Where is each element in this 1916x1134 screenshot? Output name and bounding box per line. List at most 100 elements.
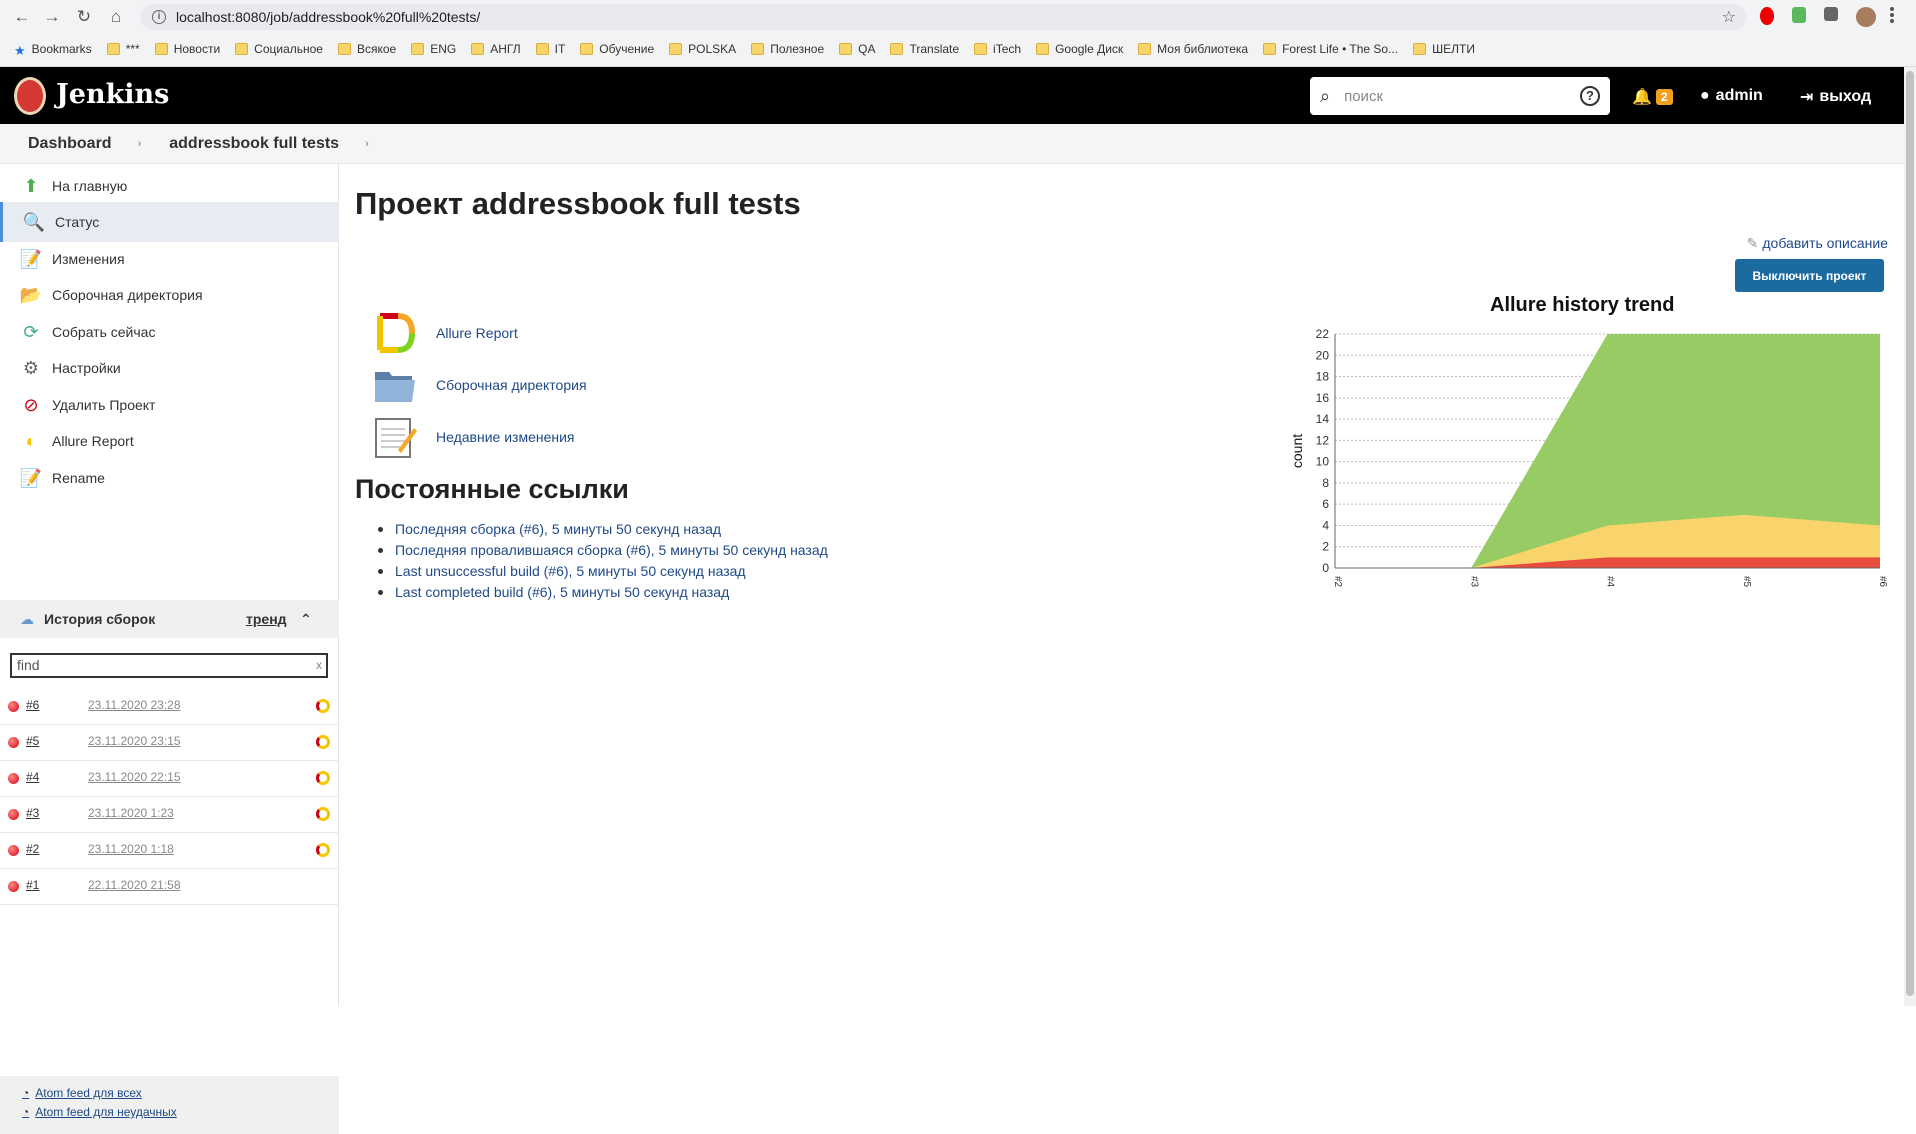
- reload-icon[interactable]: ↻: [70, 5, 98, 29]
- bookmark-label: ***: [125, 42, 140, 56]
- bookmark-item[interactable]: ★ Bookmarks: [14, 42, 92, 58]
- bookmark-item[interactable]: IT: [535, 42, 565, 56]
- disable-project-button[interactable]: Выключить проект: [1735, 259, 1884, 292]
- build-date-link[interactable]: 22.11.2020 21:58: [88, 878, 181, 892]
- jenkins-logo-icon[interactable]: [14, 77, 46, 115]
- browser-chrome: ← → ↻ ⌂ i localhost:8080/job/addressbook…: [0, 0, 1916, 67]
- sidebar-item[interactable]: 📝 Rename: [0, 458, 339, 498]
- bookmark-item[interactable]: ШЕЛТИ: [1413, 42, 1475, 56]
- build-date-link[interactable]: 23.11.2020 23:15: [88, 734, 181, 748]
- build-number-link[interactable]: #4: [26, 770, 39, 784]
- bookmark-item[interactable]: iTech: [974, 42, 1021, 56]
- build-date-link[interactable]: 23.11.2020 1:23: [88, 806, 174, 820]
- build-number-link[interactable]: #1: [26, 878, 39, 892]
- logout-link[interactable]: ⇥ выход: [1800, 87, 1871, 107]
- star-icon[interactable]: ☆: [1722, 7, 1736, 27]
- search-box[interactable]: ⌕ поиск ?: [1310, 77, 1610, 115]
- allure-report-link[interactable]: Allure Report: [372, 310, 518, 356]
- bookmark-item[interactable]: Обучение: [580, 42, 654, 56]
- sidebar-item[interactable]: ⚙ Настройки: [0, 348, 339, 388]
- opera-icon[interactable]: [1760, 7, 1774, 25]
- build-date-link[interactable]: 23.11.2020 23:28: [88, 698, 181, 712]
- scrollbar-thumb[interactable]: [1906, 71, 1914, 996]
- bookmark-item[interactable]: Социальное: [235, 42, 323, 56]
- build-date-link[interactable]: 23.11.2020 22:15: [88, 770, 181, 784]
- breadcrumb-dashboard[interactable]: Dashboard: [28, 135, 112, 153]
- allure-icon[interactable]: [316, 699, 330, 713]
- workspace-link[interactable]: Сборочная директория: [372, 362, 587, 408]
- notepad-icon: 📝: [19, 248, 43, 269]
- bookmark-item[interactable]: ENG: [411, 42, 456, 56]
- folder-icon: [890, 43, 904, 55]
- x-tick-label: #4: [1605, 576, 1616, 588]
- scrollbar[interactable]: [1904, 67, 1916, 1006]
- y-tick-label: 8: [1322, 476, 1329, 490]
- sidebar-item[interactable]: ◐ Allure Report: [0, 421, 339, 461]
- feed-failed-label: Atom feed для неудачных: [35, 1105, 177, 1119]
- permalink-item[interactable]: Last unsuccessful build (#6), 5 минуты 5…: [378, 563, 746, 579]
- chart-title: Allure history trend: [1490, 294, 1675, 316]
- allure-icon[interactable]: [316, 771, 330, 785]
- extensions-icon[interactable]: [1824, 7, 1838, 21]
- breadcrumb-project[interactable]: addressbook full tests: [169, 135, 339, 153]
- build-number-link[interactable]: #6: [26, 698, 39, 712]
- recent-changes-link[interactable]: Недавние изменения: [372, 414, 575, 460]
- sidebar-item[interactable]: 🔍 Статус: [0, 202, 339, 242]
- bookmark-item[interactable]: ***: [106, 42, 140, 56]
- notifications-button[interactable]: 🔔 2: [1632, 87, 1673, 107]
- chevron-up-icon[interactable]: ⌃: [300, 611, 312, 628]
- sidebar-item[interactable]: 📂 Сборочная директория: [0, 275, 339, 315]
- permalink-item[interactable]: Последняя сборка (#6), 5 минуты 50 секун…: [378, 521, 721, 537]
- search-input[interactable]: поиск: [1344, 88, 1383, 105]
- download-icon[interactable]: [1792, 7, 1806, 23]
- bookmark-item[interactable]: АНГЛ: [471, 42, 521, 56]
- notepad-icon: 📝: [19, 467, 43, 488]
- build-number-link[interactable]: #3: [26, 806, 39, 820]
- back-icon[interactable]: ←: [8, 5, 36, 29]
- forward-icon[interactable]: →: [38, 5, 66, 29]
- bookmark-item[interactable]: Google Диск: [1036, 42, 1123, 56]
- build-filter-input[interactable]: find x: [10, 653, 328, 678]
- menu-icon[interactable]: [1890, 7, 1894, 23]
- allure-icon[interactable]: [316, 735, 330, 749]
- home-icon[interactable]: ⌂: [102, 5, 130, 29]
- bookmark-label: Forest Life • The So...: [1282, 42, 1399, 56]
- add-description-link[interactable]: ✎ добавить описание: [1747, 235, 1888, 252]
- avatar[interactable]: [1856, 7, 1876, 27]
- bookmark-item[interactable]: Translate: [890, 42, 959, 56]
- folder-icon: [974, 43, 988, 55]
- clear-icon[interactable]: x: [316, 655, 322, 676]
- feed-all-link[interactable]: ◔ Atom feed для всех: [22, 1086, 142, 1100]
- sidebar-item[interactable]: ⊘ Удалить Проект: [0, 385, 339, 425]
- bookmark-item[interactable]: Всякое: [337, 42, 396, 56]
- permalink-item[interactable]: Последняя провалившаяся сборка (#6), 5 м…: [378, 542, 828, 558]
- help-icon[interactable]: ?: [1580, 86, 1600, 106]
- build-number-link[interactable]: #5: [26, 734, 39, 748]
- bookmark-item[interactable]: Forest Life • The So...: [1263, 42, 1398, 56]
- build-row: #4 23.11.2020 22:15: [0, 761, 339, 797]
- chevron-right-icon[interactable]: ›: [365, 138, 369, 150]
- sidebar-item[interactable]: ⟳ Собрать сейчас: [0, 312, 339, 352]
- info-icon[interactable]: i: [152, 10, 166, 24]
- allure-icon[interactable]: [316, 807, 330, 821]
- allure-icon[interactable]: [316, 843, 330, 857]
- bookmark-item[interactable]: Новости: [154, 42, 220, 56]
- trend-link[interactable]: тренд: [246, 611, 287, 627]
- sidebar-item[interactable]: ⬆ На главную: [0, 166, 339, 206]
- build-date-link[interactable]: 23.11.2020 1:18: [88, 842, 174, 856]
- bookmark-item[interactable]: QA: [839, 42, 875, 56]
- user-link[interactable]: ● admin: [1700, 87, 1763, 105]
- feed-failed-link[interactable]: ◔ Atom feed для неудачных: [22, 1105, 177, 1119]
- sidebar-item[interactable]: 📝 Изменения: [0, 239, 339, 279]
- allure-trend-chart[interactable]: 0 2 4 6 8 10 12 14 16 18 20 22 #2 #3 #4 #5 #6 count: [1290, 324, 1900, 604]
- logo-text[interactable]: Jenkins: [56, 79, 169, 110]
- url-text[interactable]: localhost:8080/job/addressbook%20full%20…: [176, 9, 480, 25]
- permalink-item[interactable]: Last completed build (#6), 5 минуты 50 с…: [378, 584, 729, 600]
- bookmark-item[interactable]: Полезное: [751, 42, 824, 56]
- bell-icon: 🔔: [1632, 89, 1652, 106]
- bookmark-item[interactable]: Моя библиотека: [1138, 42, 1248, 56]
- bookmark-item[interactable]: POLSKA: [669, 42, 736, 56]
- folder-icon: [471, 43, 485, 55]
- build-number-link[interactable]: #2: [26, 842, 39, 856]
- address-bar[interactable]: i localhost:8080/job/addressbook%20full%…: [140, 4, 1746, 30]
